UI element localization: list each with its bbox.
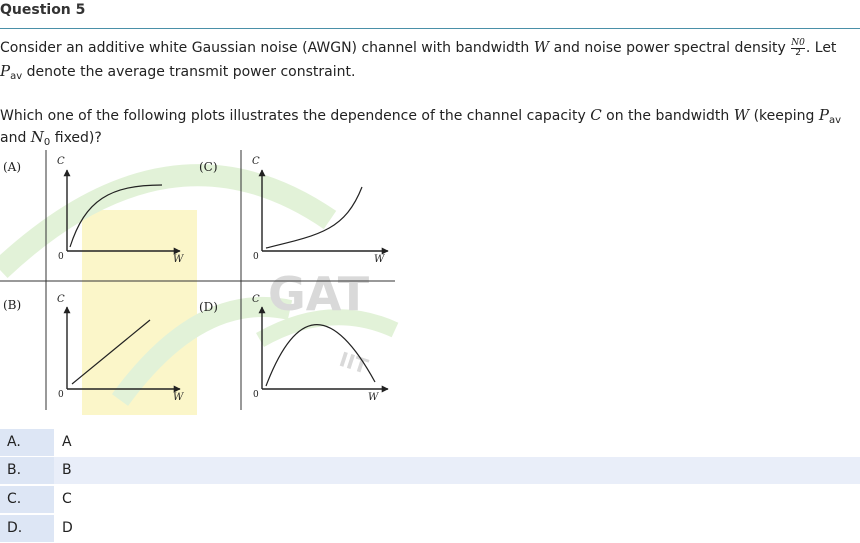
- axis-label-c: C: [57, 156, 65, 167]
- math-var-w: W: [733, 106, 750, 124]
- origin-label: 0: [58, 252, 64, 262]
- question-text: and noise power spectral density: [553, 40, 786, 56]
- option-letter: C.: [0, 486, 54, 513]
- axis-label-c: C: [57, 294, 65, 305]
- axis-label-w: W: [374, 254, 385, 265]
- axis-label-w: W: [173, 254, 184, 265]
- option-text: D: [62, 520, 73, 536]
- subscript-av: av: [10, 71, 23, 82]
- question-text: Consider an additive white Gaussian nois…: [0, 40, 530, 56]
- option-text: B: [62, 462, 72, 478]
- panel-label-b: (B): [3, 298, 22, 312]
- question-text: Which one of the following plots illustr…: [0, 108, 586, 124]
- option-letter: A.: [0, 429, 54, 456]
- subscript-av: av: [828, 115, 842, 126]
- capacity-plots-figure: GAT IIT (A) C 0 W (C) C 0 W (B) C 0 W (D…: [0, 150, 400, 415]
- panel-label-a: (A): [3, 160, 22, 174]
- question-text: . Let: [805, 40, 837, 56]
- option-a[interactable]: A. A: [0, 429, 860, 456]
- origin-label: 0: [253, 390, 259, 400]
- option-text: A: [62, 434, 72, 450]
- option-b[interactable]: B. B: [0, 457, 860, 484]
- math-var-w: W: [533, 38, 550, 56]
- question-text: (keeping: [753, 108, 815, 124]
- question-title: Question 5: [0, 0, 860, 29]
- plots-svg: GAT IIT: [0, 150, 399, 415]
- question-text: fixed)?: [54, 130, 102, 146]
- question-line-2: Pav denote the average transmit power co…: [0, 61, 355, 87]
- question-text: and: [0, 130, 27, 146]
- question-line-1: Consider an additive white Gaussian nois…: [0, 37, 836, 58]
- option-letter: B.: [0, 457, 54, 484]
- math-var-n: N: [30, 128, 44, 146]
- axis-label-c: C: [252, 294, 260, 305]
- origin-label: 0: [58, 390, 64, 400]
- option-c[interactable]: C. C: [0, 486, 860, 513]
- axis-label-c: C: [252, 156, 260, 167]
- subscript-0: 0: [43, 137, 51, 148]
- question-text: denote the average transmit power constr…: [26, 64, 356, 80]
- panel-label-d: (D): [199, 300, 218, 314]
- math-var-p: P: [0, 62, 11, 80]
- option-text: C: [62, 491, 72, 507]
- axis-label-w: W: [368, 392, 379, 403]
- axis-label-w: W: [173, 392, 184, 403]
- option-letter: D.: [0, 515, 54, 542]
- watermark-subtext: IIT: [336, 347, 371, 379]
- fraction-n0-over-2: N0 2: [791, 37, 805, 58]
- option-d[interactable]: D. D: [0, 515, 860, 542]
- watermark-text: GAT: [268, 267, 370, 321]
- math-var-p: P: [818, 106, 829, 124]
- question-line-3: Which one of the following plots illustr…: [0, 105, 841, 131]
- origin-label: 0: [253, 252, 259, 262]
- question-text: on the bandwidth: [606, 108, 730, 124]
- panel-label-c: (C): [199, 160, 218, 174]
- math-var-c: C: [590, 106, 602, 124]
